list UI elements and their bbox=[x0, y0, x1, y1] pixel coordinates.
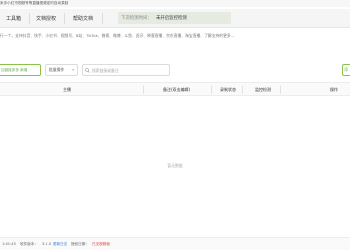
supported-platforms-text: 行一个，支持抖音、快手、小红书、视频号、B站、TikTok、微视、微博、斗鱼、虎… bbox=[0, 33, 235, 38]
add-link-label: 加链接多多 新增 bbox=[1, 67, 28, 72]
monitor-label: 下次检测时间： bbox=[121, 16, 152, 21]
column-divider bbox=[143, 86, 144, 94]
search-icon bbox=[83, 65, 92, 75]
window-title: 米手小红书视频号等直播视频定时自动录制 bbox=[0, 1, 69, 5]
changelog-link[interactable]: 更新日志 bbox=[53, 242, 67, 247]
search-input[interactable] bbox=[92, 67, 168, 73]
tab-toolbox[interactable]: 工具箱 bbox=[6, 15, 21, 22]
action-bar: 加链接多多 新增 批量操作 ▾ 添 bbox=[0, 64, 350, 76]
warning-text: 已无视频帧 bbox=[92, 242, 110, 246]
batch-operation-label: 批量操作 bbox=[49, 67, 65, 72]
toolbar-divider bbox=[64, 13, 65, 24]
column-header-anchor: 主播 bbox=[63, 87, 71, 92]
license-expiry: 授权日期： bbox=[71, 242, 89, 246]
monitor-status-panel: 下次检测时间： 未开启监控检测 bbox=[118, 12, 231, 24]
empty-state-text: 暂无数据 bbox=[167, 163, 183, 168]
monitor-value: 未开启监控检测 bbox=[156, 16, 187, 21]
column-header-actions: 操作 bbox=[330, 87, 338, 92]
chevron-down-icon: ▾ bbox=[72, 68, 74, 72]
column-header-note: 备注(双击编辑) bbox=[163, 87, 191, 92]
column-divider bbox=[242, 86, 243, 94]
column-divider bbox=[280, 86, 281, 94]
status-time: 1:41:45 bbox=[2, 242, 16, 246]
add-button-right[interactable]: 添 bbox=[342, 64, 350, 76]
column-header-monitor: 监控检测 bbox=[255, 87, 271, 92]
version-number: 3.1.0 bbox=[42, 242, 52, 246]
add-button-right-label: 添 bbox=[344, 67, 348, 72]
status-bar: 1:41:45 软件版本： 3.1.0 更新日志 授权日期： 已无视频帧 bbox=[0, 237, 350, 250]
toolbar-divider bbox=[102, 13, 103, 24]
search-box[interactable] bbox=[82, 64, 170, 76]
window-titlebar: 米手小红书视频号等直播视频定时自动录制 bbox=[0, 0, 350, 7]
batch-operation-select[interactable]: 批量操作 ▾ bbox=[45, 64, 78, 76]
column-divider bbox=[211, 86, 212, 94]
add-link-button[interactable]: 加链接多多 新增 bbox=[0, 64, 41, 76]
tab-license[interactable]: 文档授权 bbox=[36, 15, 56, 22]
version-label: 软件版本： bbox=[20, 242, 38, 246]
toolbar-divider bbox=[29, 13, 30, 24]
tab-help-docs[interactable]: 帮助文档 bbox=[73, 15, 93, 22]
table-header: 主播 备注(双击编辑) 录制状态 监控检测 操作 bbox=[0, 82, 350, 96]
column-header-record-status: 录制状态 bbox=[220, 87, 236, 92]
